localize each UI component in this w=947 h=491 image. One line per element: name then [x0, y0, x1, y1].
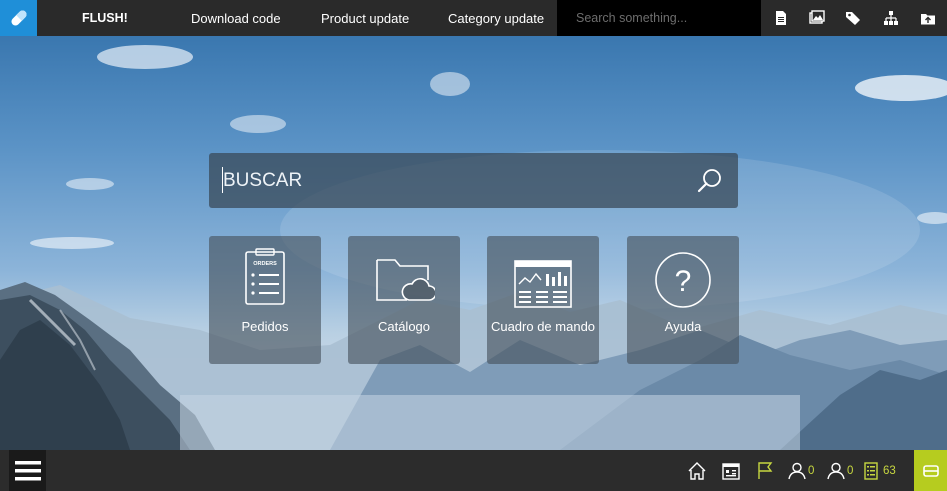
flag-icon	[758, 462, 773, 479]
app-logo[interactable]	[0, 0, 37, 36]
search-button[interactable]	[682, 153, 738, 208]
tile-pedidos[interactable]: ORDERS Pedidos	[209, 236, 321, 364]
tile-label: Cuadro de mando	[490, 319, 596, 334]
svg-text:?: ?	[675, 265, 692, 298]
guest-count: 0	[847, 465, 854, 477]
nav-category-update[interactable]: Category update	[448, 11, 544, 26]
text-cursor	[222, 167, 223, 193]
flag-button[interactable]	[757, 462, 773, 480]
background-landscape	[0, 0, 947, 491]
nav-download-code[interactable]: Download code	[191, 11, 281, 26]
list-button[interactable]: 63	[864, 462, 896, 480]
tags-icon[interactable]	[845, 10, 861, 26]
brand-name: FLUSH!	[82, 11, 128, 25]
tile-ayuda[interactable]: ? Ayuda	[627, 236, 739, 364]
users-button[interactable]: 0	[788, 462, 814, 480]
global-search	[557, 0, 761, 36]
cloud-folder-icon	[376, 259, 435, 301]
tile-label: Pedidos	[241, 319, 289, 334]
bottom-toolbar: 0 0 63	[0, 450, 947, 491]
document-icon[interactable]	[773, 10, 789, 26]
global-search-input[interactable]	[557, 0, 761, 36]
image-gallery-icon[interactable]	[809, 10, 825, 26]
calendar-button[interactable]	[722, 462, 740, 480]
home-button[interactable]	[688, 462, 706, 480]
orders-caption: ORDERS	[253, 261, 277, 267]
tile-catalogo[interactable]: Catálogo	[348, 236, 460, 364]
list-icon	[864, 462, 878, 480]
list-count: 63	[883, 465, 896, 477]
panel-toggle-icon	[922, 464, 939, 477]
main-search-input[interactable]	[209, 153, 682, 208]
tile-label: Catálogo	[377, 319, 431, 334]
tile-label: Ayuda	[664, 319, 702, 334]
hamburger-icon	[14, 460, 41, 480]
orders-clipboard-icon: ORDERS	[245, 248, 285, 305]
calendar-icon	[722, 463, 740, 480]
guests-button[interactable]: 0	[827, 462, 853, 480]
dashboard-icon	[514, 260, 572, 308]
sitemap-icon[interactable]	[883, 10, 899, 26]
search-icon	[697, 168, 721, 192]
cloud-upload-icon[interactable]	[920, 10, 936, 26]
user-icon	[788, 462, 806, 480]
nav-product-update[interactable]: Product update	[321, 11, 409, 26]
hamburger-menu-button[interactable]	[9, 450, 46, 491]
user-outline-icon	[827, 462, 845, 480]
tile-cuadro-de-mando[interactable]: Cuadro de mando	[487, 236, 599, 364]
home-icon	[688, 462, 706, 480]
top-navigation-bar: FLUSH! Download code Product update Cate…	[0, 0, 947, 36]
main-search-bar	[209, 153, 738, 208]
pill-logo-icon	[10, 10, 27, 26]
corner-toggle-button[interactable]	[914, 450, 947, 491]
user-count: 0	[808, 465, 815, 477]
help-icon: ?	[655, 252, 711, 308]
